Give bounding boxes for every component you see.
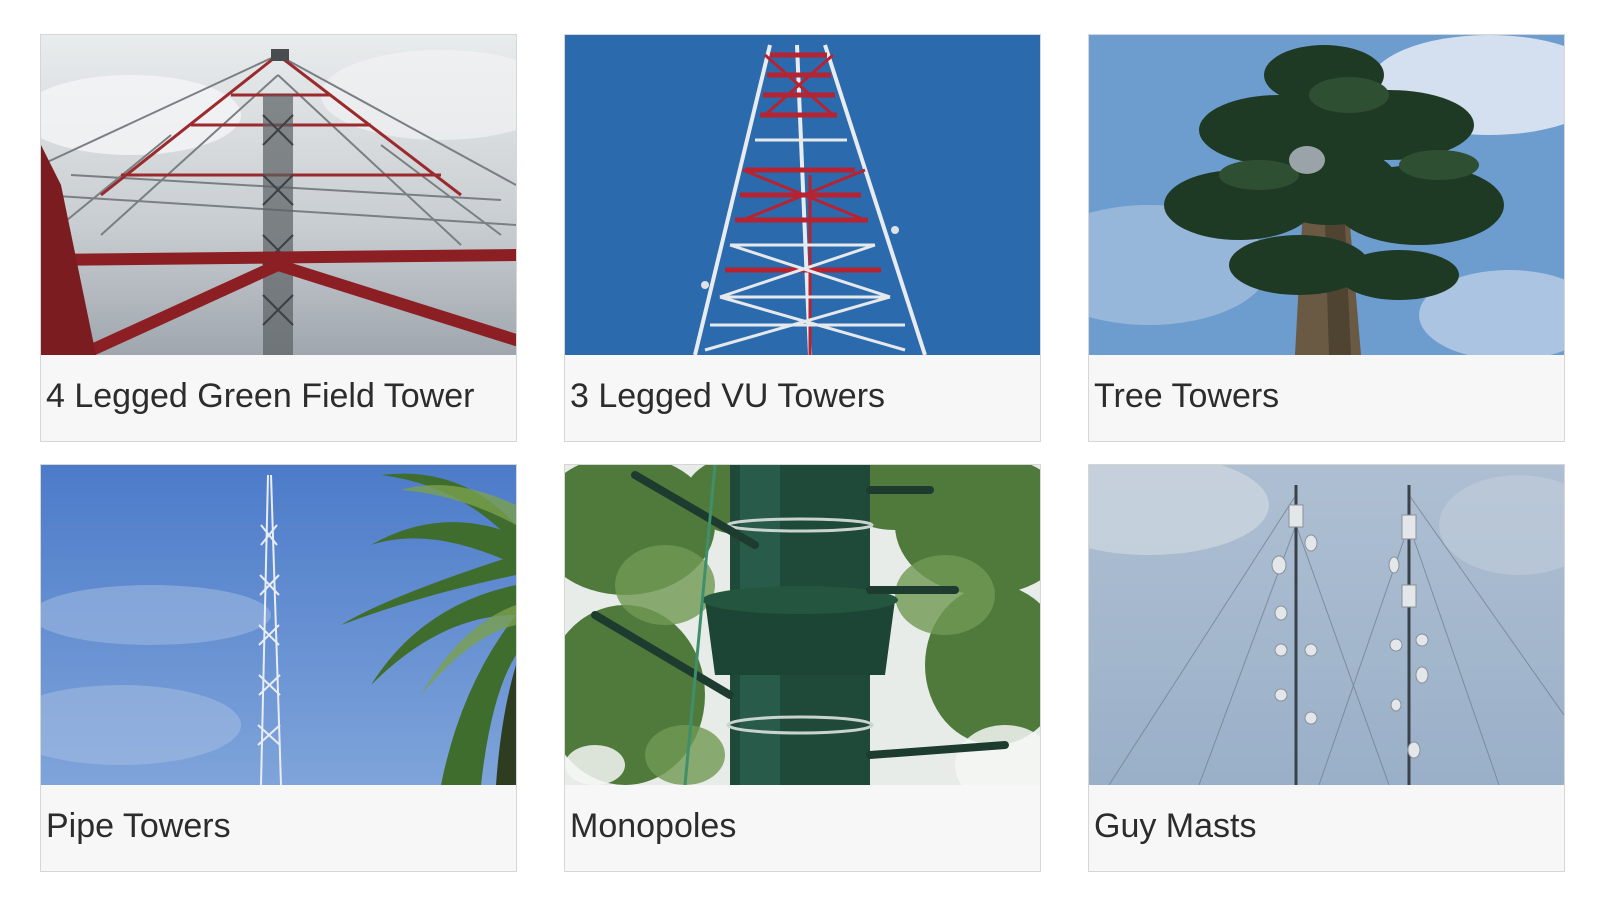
tower-photo[interactable] — [41, 35, 516, 355]
tower-photo[interactable] — [565, 465, 1040, 785]
tower-photo[interactable] — [41, 465, 516, 785]
card-title: 4 Legged Green Field Tower — [46, 377, 475, 415]
card-title: Monopoles — [570, 807, 737, 845]
gallery-card-tree-towers[interactable]: Tree Towers — [1088, 34, 1565, 442]
gallery-card-4-legged-green-field-tower[interactable]: 4 Legged Green Field Tower — [40, 34, 517, 442]
tower-gallery: 4 Legged Green Field Tower 3 Legged VU T… — [0, 0, 1600, 900]
gallery-card-pipe-towers[interactable]: Pipe Towers — [40, 464, 517, 872]
gallery-card-guy-masts[interactable]: Guy Masts — [1088, 464, 1565, 872]
gallery-card-3-legged-vu-towers[interactable]: 3 Legged VU Towers — [564, 34, 1041, 442]
card-title: Pipe Towers — [46, 807, 231, 845]
card-title: 3 Legged VU Towers — [570, 377, 886, 415]
tower-photo[interactable] — [1089, 465, 1564, 785]
tower-photo[interactable] — [1089, 35, 1564, 355]
tower-photo[interactable] — [565, 35, 1040, 355]
card-title: Tree Towers — [1094, 377, 1280, 415]
gallery-card-monopoles[interactable]: Monopoles — [564, 464, 1041, 872]
card-title: Guy Masts — [1094, 807, 1257, 845]
